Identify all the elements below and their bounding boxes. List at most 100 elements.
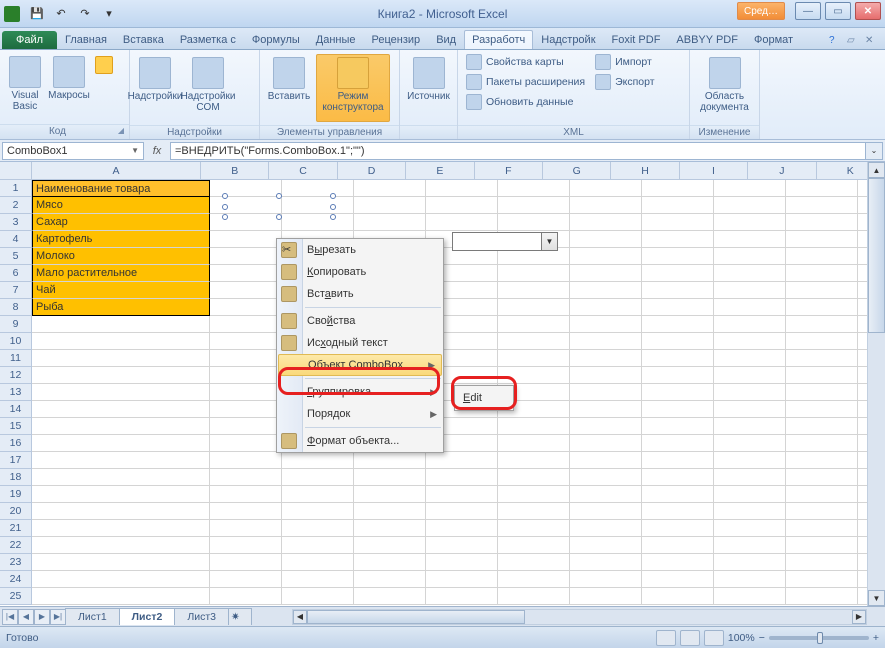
normal-view-icon[interactable] — [656, 630, 676, 646]
cell[interactable]: Чай — [32, 282, 210, 299]
cell[interactable] — [426, 180, 498, 197]
tab-view[interactable]: Вид — [428, 30, 464, 49]
cell[interactable] — [32, 486, 210, 503]
cell[interactable] — [714, 214, 786, 231]
cell[interactable] — [714, 452, 786, 469]
row-header[interactable]: 6 — [0, 265, 32, 282]
cell[interactable] — [498, 571, 570, 588]
cell[interactable] — [786, 214, 858, 231]
row-header[interactable]: 25 — [0, 588, 32, 605]
cell[interactable] — [354, 503, 426, 520]
cell[interactable] — [570, 367, 642, 384]
cell[interactable] — [642, 384, 714, 401]
row-header[interactable]: 15 — [0, 418, 32, 435]
save-icon[interactable]: 💾 — [26, 3, 48, 25]
submenu-edit[interactable]: Edit — [454, 385, 514, 411]
select-all-corner[interactable] — [0, 162, 32, 180]
cell[interactable] — [786, 333, 858, 350]
cell[interactable] — [32, 367, 210, 384]
cell[interactable] — [570, 537, 642, 554]
tab-foxit[interactable]: Foxit PDF — [604, 30, 669, 49]
cell[interactable] — [498, 180, 570, 197]
row-header[interactable]: 14 — [0, 401, 32, 418]
sheet-tab[interactable]: Лист1 — [65, 608, 120, 625]
minimize-ribbon-icon[interactable]: ▱ — [847, 35, 861, 49]
cell[interactable] — [714, 282, 786, 299]
cell[interactable] — [714, 367, 786, 384]
sheet-tab[interactable]: Лист3 — [174, 608, 229, 625]
macros-button[interactable]: Макросы — [48, 53, 90, 121]
row-header[interactable]: 7 — [0, 282, 32, 299]
cell[interactable] — [210, 231, 282, 248]
row-header[interactable]: 9 — [0, 316, 32, 333]
scroll-right-icon[interactable]: ▶ — [852, 610, 866, 624]
cell[interactable] — [210, 180, 282, 197]
cell[interactable] — [642, 520, 714, 537]
tab-insert[interactable]: Вставка — [115, 30, 172, 49]
cell[interactable]: Наименование товара — [32, 180, 210, 197]
cell[interactable] — [570, 554, 642, 571]
cell[interactable] — [642, 537, 714, 554]
cell[interactable] — [570, 520, 642, 537]
maximize-button[interactable]: ▭ — [825, 2, 851, 20]
cell[interactable] — [210, 282, 282, 299]
cell[interactable] — [498, 265, 570, 282]
cell[interactable] — [32, 418, 210, 435]
cell[interactable] — [282, 554, 354, 571]
cell[interactable] — [498, 282, 570, 299]
cell[interactable] — [210, 384, 282, 401]
cell[interactable] — [642, 350, 714, 367]
cell[interactable] — [642, 588, 714, 605]
cell[interactable] — [570, 588, 642, 605]
cell[interactable] — [714, 316, 786, 333]
cell[interactable] — [570, 265, 642, 282]
cell[interactable] — [282, 588, 354, 605]
cell[interactable] — [210, 537, 282, 554]
cell[interactable] — [714, 418, 786, 435]
workbook-close-icon[interactable]: ✕ — [865, 35, 879, 49]
cell[interactable] — [714, 554, 786, 571]
cell[interactable] — [282, 469, 354, 486]
cell[interactable] — [714, 248, 786, 265]
menu-copy[interactable]: Копировать — [277, 261, 443, 283]
cell[interactable] — [642, 452, 714, 469]
cell[interactable] — [786, 435, 858, 452]
zoom-out-button[interactable]: − — [759, 632, 765, 644]
cell[interactable]: Рыба — [32, 299, 210, 316]
row-header[interactable]: 12 — [0, 367, 32, 384]
cell[interactable] — [786, 231, 858, 248]
sheet-tab[interactable]: Лист2 — [119, 608, 176, 625]
cell[interactable] — [786, 469, 858, 486]
row-header[interactable]: 24 — [0, 571, 32, 588]
cell[interactable] — [786, 588, 858, 605]
document-panel-button[interactable]: Область документа — [694, 54, 755, 122]
cell[interactable] — [498, 588, 570, 605]
cell[interactable] — [498, 197, 570, 214]
tab-developer[interactable]: Разработч — [464, 30, 533, 49]
cell[interactable] — [32, 503, 210, 520]
cell[interactable] — [32, 520, 210, 537]
cell[interactable] — [210, 452, 282, 469]
cell[interactable] — [210, 418, 282, 435]
cell[interactable] — [32, 350, 210, 367]
cell[interactable]: Сахар — [32, 214, 210, 231]
tab-abbyy[interactable]: ABBYY PDF — [668, 30, 746, 49]
cell[interactable] — [570, 197, 642, 214]
design-mode-button[interactable]: Режим конструктора — [316, 54, 390, 122]
menu-combobox-object[interactable]: Объект ComboBox▶ — [278, 354, 442, 376]
row-header[interactable]: 13 — [0, 384, 32, 401]
cell[interactable] — [714, 503, 786, 520]
vertical-scrollbar[interactable]: ▲ ▼ — [867, 162, 885, 606]
cell[interactable] — [786, 350, 858, 367]
column-header[interactable]: A — [32, 162, 201, 180]
row-header[interactable]: 22 — [0, 537, 32, 554]
cell[interactable] — [786, 418, 858, 435]
column-header[interactable]: C — [269, 162, 337, 180]
cell[interactable] — [714, 299, 786, 316]
cell[interactable] — [714, 486, 786, 503]
cell[interactable] — [210, 350, 282, 367]
cell[interactable] — [282, 180, 354, 197]
cell[interactable] — [786, 384, 858, 401]
cell[interactable] — [210, 265, 282, 282]
help-icon[interactable]: ? — [829, 35, 843, 49]
